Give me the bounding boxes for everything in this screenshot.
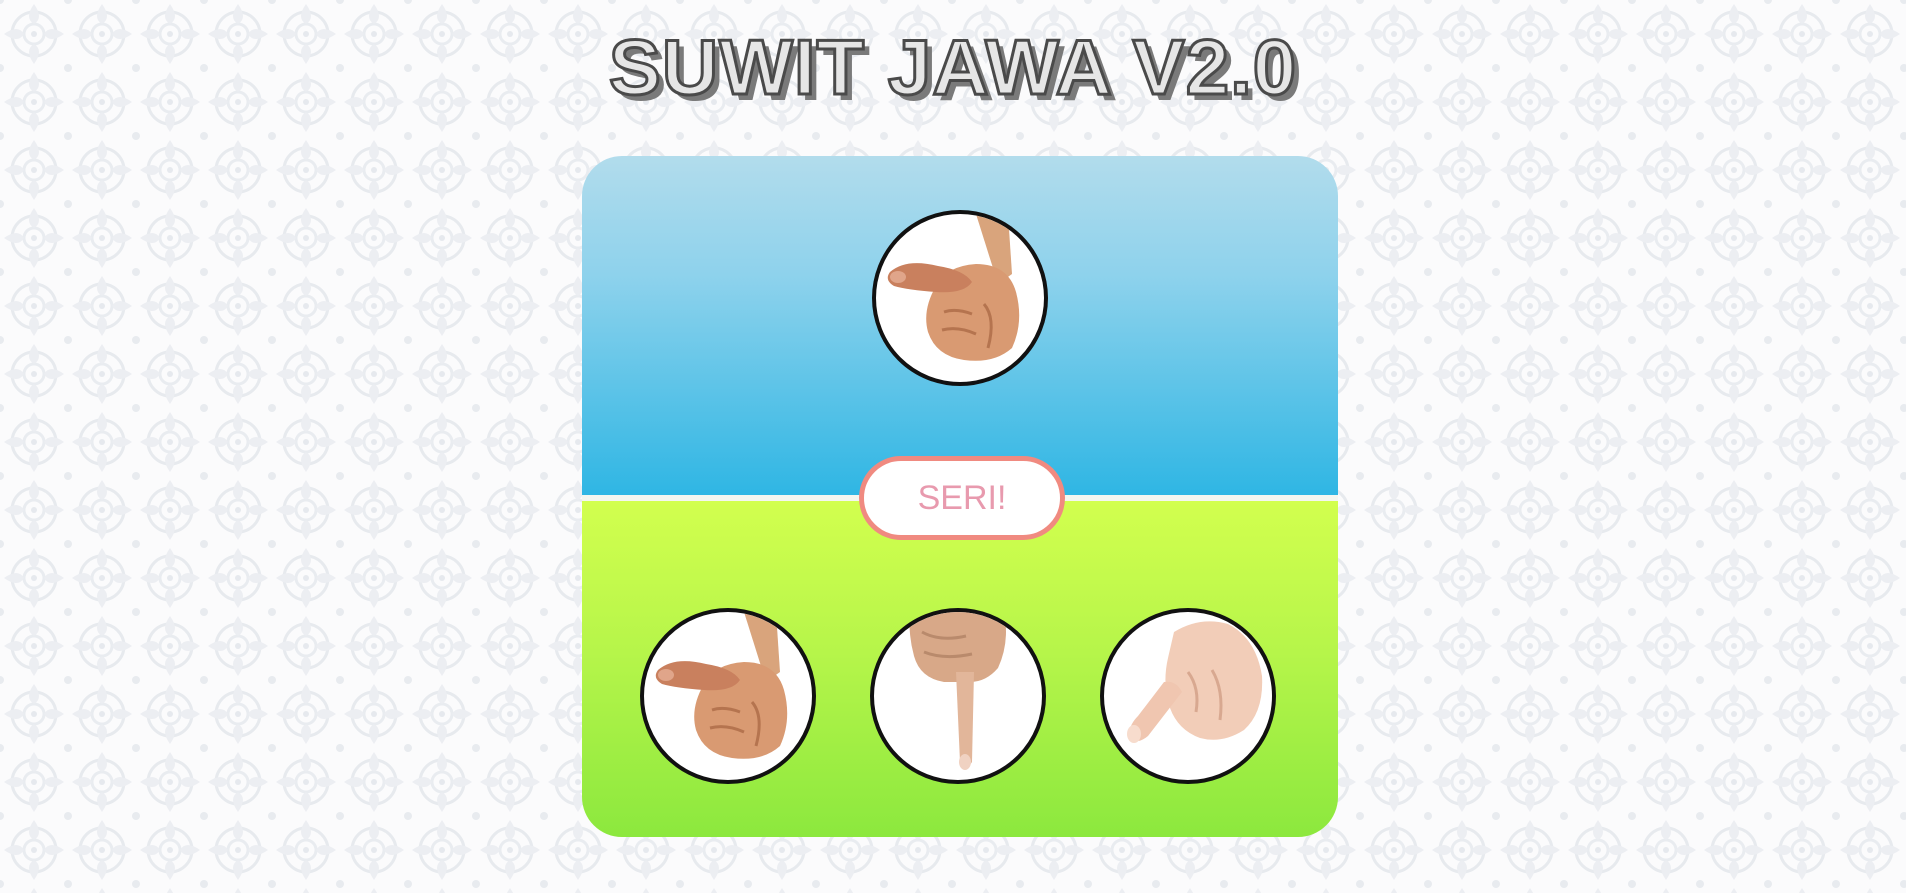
index-finger-choice-button[interactable] <box>870 608 1046 784</box>
game-title: SUWIT JAWA V2.0 <box>607 22 1298 113</box>
result-badge: SERI! <box>859 456 1065 540</box>
pinky-finger-choice-button[interactable] <box>1100 608 1276 784</box>
index-finger-hand-icon <box>909 612 1006 770</box>
thumb-choice-button[interactable] <box>640 608 816 784</box>
pinky-finger-hand-icon <box>1127 621 1263 743</box>
computer-thumb-hand-icon <box>872 210 1048 386</box>
thumb-hand-icon <box>655 612 788 759</box>
